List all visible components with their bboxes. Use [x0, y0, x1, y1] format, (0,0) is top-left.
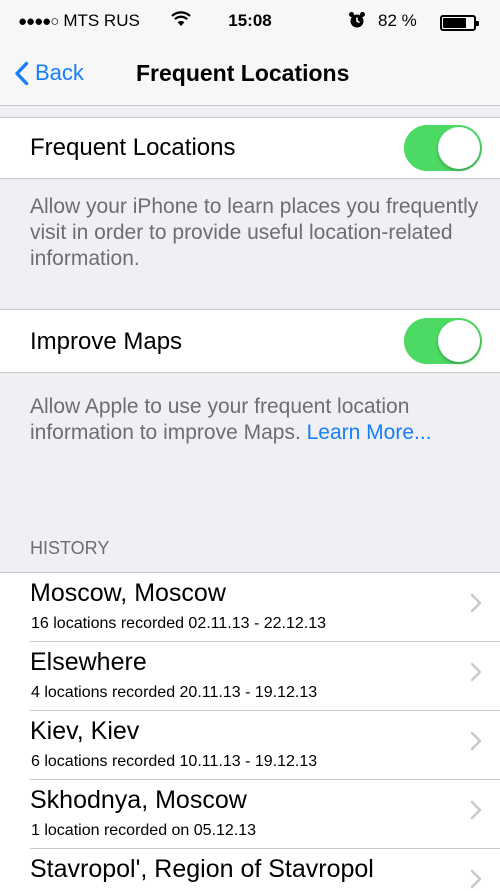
improve-maps-label: Improve Maps	[30, 328, 183, 355]
back-button-label: Back	[35, 60, 84, 85]
history-item-name: Skhodnya, Moscow	[30, 786, 247, 814]
frequent-locations-label: Frequent Locations	[30, 134, 236, 161]
history-item-detail: 1 location recorded on 05.12.13	[31, 822, 257, 839]
battery-level-fill	[443, 18, 466, 28]
chevron-right-icon	[470, 869, 482, 889]
history-list: Moscow, Moscow 16 locations recorded 02.…	[0, 572, 500, 891]
improve-maps-description: Allow Apple to use your frequent locatio…	[30, 394, 480, 446]
improve-maps-toggle[interactable]	[404, 318, 482, 364]
history-item-name: Stavropol', Region of Stavropol	[30, 855, 374, 883]
history-item[interactable]: Kiev, Kiev 6 locations recorded 10.11.13…	[0, 711, 500, 780]
toggle-knob	[438, 320, 480, 362]
frequent-locations-cell: Frequent Locations	[0, 117, 500, 179]
history-item-name: Elsewhere	[30, 648, 147, 676]
chevron-right-icon	[470, 662, 482, 682]
chevron-right-icon	[470, 800, 482, 820]
frequent-locations-description: Allow your iPhone to learn places you fr…	[30, 195, 479, 270]
history-item[interactable]: Stavropol', Region of Stavropol	[0, 849, 500, 891]
status-bar: ●●●●○ MTS RUS 15:08 82 %	[0, 0, 500, 40]
history-section-header: HISTORY	[30, 538, 110, 558]
history-item-detail: 16 locations recorded 02.11.13 - 22.12.1…	[31, 615, 327, 632]
navigation-bar: Back Frequent Locations	[0, 40, 500, 106]
alarm-icon	[348, 11, 366, 34]
battery-percentage: 82 %	[378, 11, 417, 30]
history-item-name: Moscow, Moscow	[30, 579, 226, 607]
history-item[interactable]: Elsewhere 4 locations recorded 20.11.13 …	[0, 642, 500, 711]
history-item-name: Kiev, Kiev	[30, 717, 140, 745]
improve-maps-cell: Improve Maps	[0, 309, 500, 373]
history-item-detail: 6 locations recorded 10.11.13 - 19.12.13	[31, 753, 318, 770]
history-item-detail: 4 locations recorded 20.11.13 - 19.12.13	[31, 684, 318, 701]
back-button[interactable]: Back	[14, 56, 84, 90]
learn-more-link[interactable]: Learn More...	[307, 421, 432, 444]
history-item[interactable]: Skhodnya, Moscow 1 location recorded on …	[0, 780, 500, 849]
toggle-knob	[438, 127, 480, 169]
status-time: 15:08	[228, 11, 272, 30]
chevron-left-icon	[15, 61, 29, 85]
chevron-right-icon	[470, 593, 482, 613]
history-item[interactable]: Moscow, Moscow 16 locations recorded 02.…	[0, 573, 500, 642]
page-title: Frequent Locations	[136, 60, 350, 86]
frequent-locations-toggle[interactable]	[404, 125, 482, 171]
battery-icon	[440, 15, 479, 31]
chevron-right-icon	[470, 731, 482, 751]
